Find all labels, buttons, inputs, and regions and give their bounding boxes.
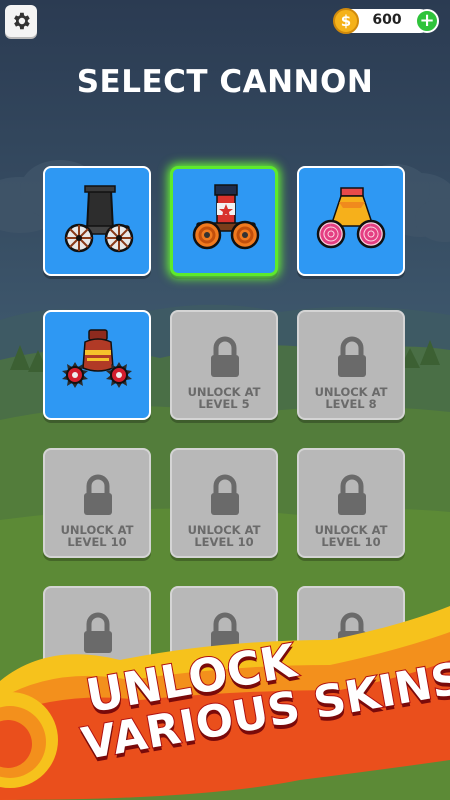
cannon-card-1[interactable] xyxy=(43,166,151,276)
locked-card-7[interactable]: UNLOCK AT LEVEL 10 xyxy=(43,448,151,558)
lock-icon xyxy=(338,474,366,515)
lock-icon xyxy=(211,474,239,515)
locked-card-6[interactable]: UNLOCK AT LEVEL 8 xyxy=(297,310,405,420)
black-cannon-image xyxy=(64,185,134,253)
coin-amount: 600 xyxy=(372,12,402,28)
cannon-card-3[interactable] xyxy=(297,166,405,276)
unlock-requirement: UNLOCK AT LEVEL 10 xyxy=(60,523,134,549)
star-cannon-image xyxy=(192,184,260,250)
unlock-requirement: UNLOCK AT LEVEL 5 xyxy=(187,385,261,411)
lock-icon xyxy=(338,336,366,377)
settings-button[interactable] xyxy=(5,5,37,37)
wheel-left xyxy=(64,223,94,253)
cannon-card-4[interactable] xyxy=(43,310,151,420)
game-screen: $ 600 + SELECT CANNON UNLOCK AT LEVEL 5 … xyxy=(0,0,450,800)
locked-card-5[interactable]: UNLOCK AT LEVEL 5 xyxy=(170,310,278,420)
lock-icon xyxy=(84,612,112,653)
gear-icon xyxy=(14,12,30,30)
lock-icon xyxy=(338,612,366,653)
unlock-requirement: UNLOCK AT LEVEL 8 xyxy=(314,385,388,411)
spike-cannon-image xyxy=(62,329,132,388)
add-coins-button[interactable]: + xyxy=(415,9,439,33)
locked-card-9[interactable]: UNLOCK AT LEVEL 10 xyxy=(297,448,405,558)
lock-icon xyxy=(84,474,112,515)
coin-icon: $ xyxy=(333,8,359,34)
candy-cannon-image xyxy=(316,187,386,249)
lock-icon xyxy=(211,336,239,377)
cannon-card-2[interactable] xyxy=(170,166,278,276)
page-title: SELECT CANNON xyxy=(76,64,374,100)
unlock-requirement: UNLOCK AT LEVEL 10 xyxy=(187,523,261,549)
locked-card-8[interactable]: UNLOCK AT LEVEL 10 xyxy=(170,448,278,558)
unlock-requirement: UNLOCK AT LEVEL 10 xyxy=(314,523,388,549)
